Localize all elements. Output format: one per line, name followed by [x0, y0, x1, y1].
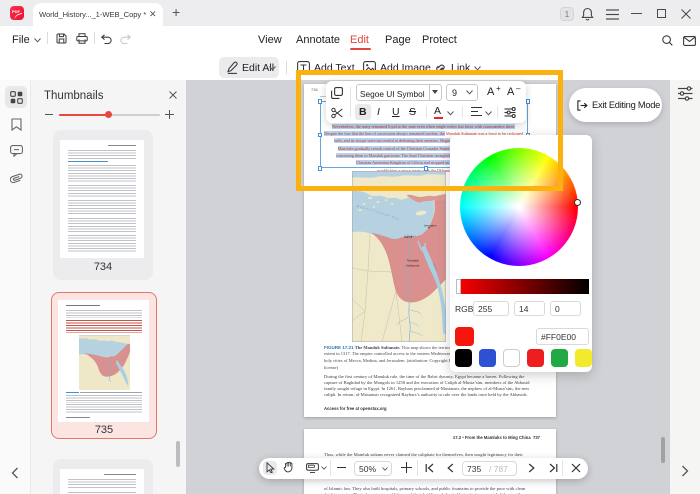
- svg-text:Cairo: Cairo: [404, 235, 411, 239]
- svg-text:Jerusalem: Jerusalem: [424, 224, 437, 228]
- svg-text:Sultanate: Sultanate: [406, 264, 420, 268]
- svg-text:Mamluk: Mamluk: [407, 259, 419, 263]
